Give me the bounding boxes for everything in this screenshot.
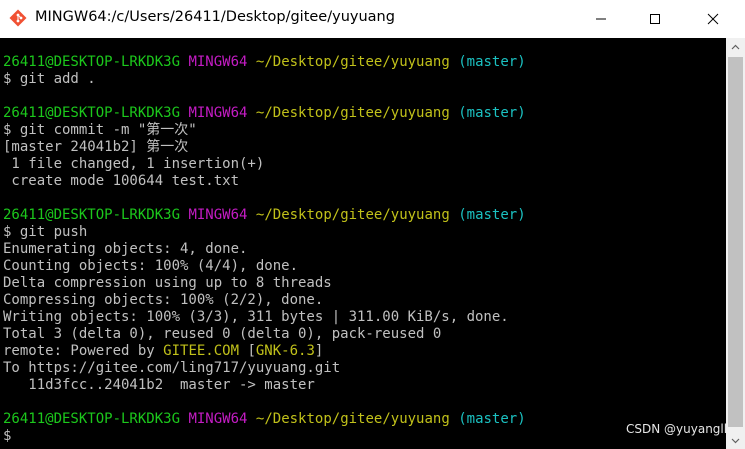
prompt-path: ~/Desktop/gitee/yuyuang (255, 207, 450, 223)
remote-site: GITEE.COM (163, 343, 240, 359)
remote-version: GNK-6.3 (255, 343, 315, 359)
minimize-icon (596, 18, 606, 20)
prompt-path: ~/Desktop/gitee/yuyuang (255, 105, 450, 121)
chevron-down-icon (731, 438, 740, 443)
terminal-lines: 26411@DESKTOP-LRKDK3G MINGW64 ~/Desktop/… (3, 54, 526, 445)
maximize-icon (650, 14, 660, 24)
prompt-line: 26411@DESKTOP-LRKDK3G MINGW64 ~/Desktop/… (3, 54, 526, 71)
scroll-down-button[interactable] (726, 432, 745, 449)
prompt-user: 26411@DESKTOP-LRKDK3G (3, 105, 181, 121)
prompt-line: 26411@DESKTOP-LRKDK3G MINGW64 ~/Desktop/… (3, 105, 526, 122)
prompt-line: 26411@DESKTOP-LRKDK3G MINGW64 ~/Desktop/… (3, 411, 526, 428)
prompt-env: MINGW64 (188, 105, 248, 121)
prompt-branch: (master) (458, 54, 526, 70)
minimize-button[interactable] (578, 0, 624, 38)
chevron-up-icon (731, 44, 740, 49)
git-bash-icon (9, 9, 27, 27)
command-line: $ git commit -m "第一次" (3, 122, 197, 138)
output-line: Writing objects: 100% (3/3), 311 bytes |… (3, 309, 509, 325)
output-line: 1 file changed, 1 insertion(+) (3, 156, 265, 172)
remote-prefix: remote: Powered by (3, 343, 164, 359)
prompt-env: MINGW64 (188, 411, 248, 427)
prompt-branch: (master) (458, 207, 526, 223)
prompt-branch: (master) (458, 105, 526, 121)
remote-bracket-close: ] (314, 343, 324, 359)
cursor-line[interactable]: $ (3, 428, 526, 445)
output-line: create mode 100644 test.txt (3, 173, 240, 189)
command-line: $ git add . (3, 71, 96, 87)
output-line: Enumerating objects: 4, done. (3, 241, 248, 257)
prompt-env: MINGW64 (188, 54, 248, 70)
output-line: [master 24041b2] 第一次 (3, 139, 189, 155)
terminal-output[interactable]: 26411@DESKTOP-LRKDK3G MINGW64 ~/Desktop/… (0, 38, 726, 449)
scroll-up-button[interactable] (726, 38, 745, 55)
prompt-env: MINGW64 (188, 207, 248, 223)
prompt-branch: (master) (458, 411, 526, 427)
close-button[interactable] (690, 0, 736, 38)
prompt-line: 26411@DESKTOP-LRKDK3G MINGW64 ~/Desktop/… (3, 207, 526, 224)
command-line: $ git push (3, 224, 88, 240)
maximize-button[interactable] (632, 0, 678, 38)
prompt-path: ~/Desktop/gitee/yuyuang (255, 54, 450, 70)
terminal-window: MINGW64:/c/Users/26411/Desktop/gitee/yuy… (0, 0, 745, 449)
title-bar[interactable]: MINGW64:/c/Users/26411/Desktop/gitee/yuy… (0, 0, 745, 38)
output-line: 11d3fcc..24041b2 master -> master (3, 377, 315, 393)
output-line: Counting objects: 100% (4/4), done. (3, 258, 299, 274)
output-line: Delta compression using up to 8 threads (3, 275, 332, 291)
prompt-path: ~/Desktop/gitee/yuyuang (255, 411, 450, 427)
watermark: CSDN @yuyangll (626, 422, 726, 436)
close-icon (707, 13, 719, 25)
prompt-user: 26411@DESKTOP-LRKDK3G (3, 411, 181, 427)
output-line: Total 3 (delta 0), reused 0 (delta 0), p… (3, 326, 442, 342)
remote-bracket-open: [ (239, 343, 256, 359)
scrollbar-thumb[interactable] (728, 57, 743, 427)
window-title: MINGW64:/c/Users/26411/Desktop/gitee/yuy… (35, 9, 395, 25)
vertical-scrollbar[interactable] (726, 38, 745, 449)
output-line: Compressing objects: 100% (2/2), done. (3, 292, 324, 308)
output-line: To https://gitee.com/ling717/yuyuang.git (3, 360, 341, 376)
remote-line: remote: Powered by GITEE.COM [GNK-6.3] (3, 343, 526, 360)
prompt-user: 26411@DESKTOP-LRKDK3G (3, 54, 181, 70)
prompt-user: 26411@DESKTOP-LRKDK3G (3, 207, 181, 223)
